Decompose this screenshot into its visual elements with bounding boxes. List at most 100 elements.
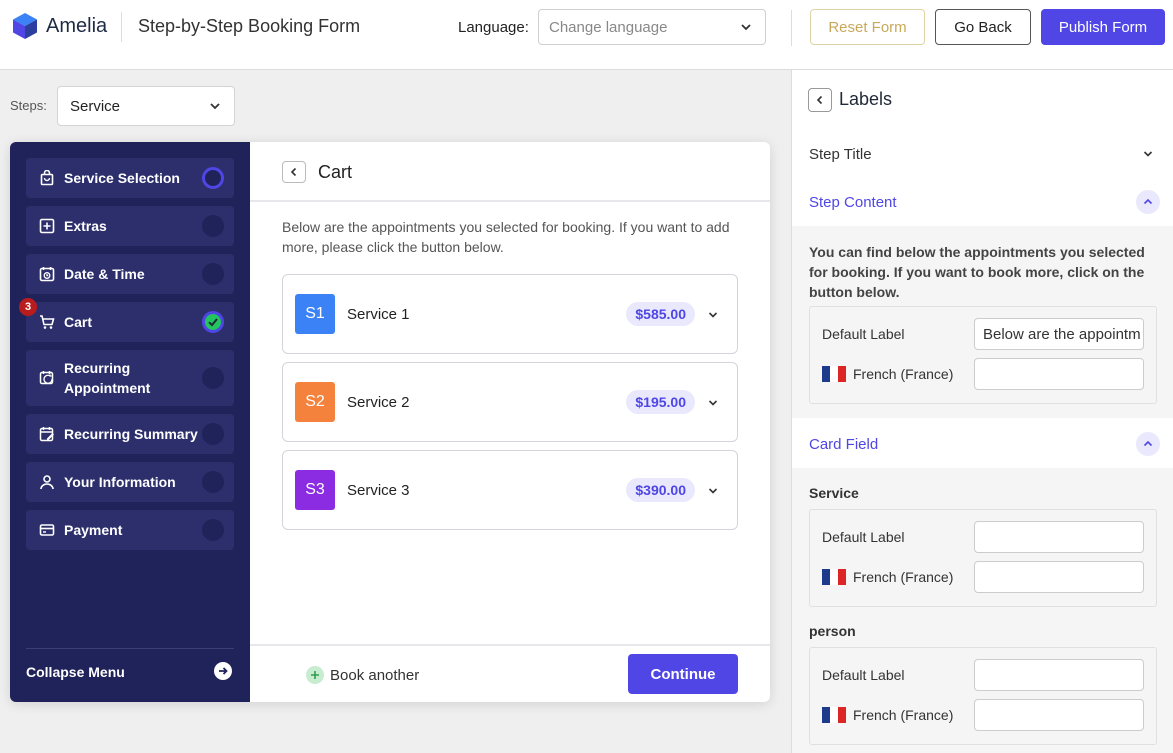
page-title: Step-by-Step Booking Form [138,16,361,36]
step-status-pending [202,519,224,541]
sidebar-item-your-information[interactable]: Your Information [26,462,234,502]
cart-back-button[interactable] [282,161,306,183]
sidebar-item-label: Recurring Appointment [64,360,151,396]
step-sidebar: Service Selection Extras Date & Time Car… [10,142,250,702]
chevron-left-icon [816,95,823,105]
sidebar-item-label: Cart [64,314,93,330]
form-preview: Service Selection Extras Date & Time Car… [10,142,770,702]
book-another-label: Book another [330,666,420,684]
chevron-down-icon [210,103,220,110]
step-status-pending [202,215,224,237]
sidebar-item-extras[interactable]: Extras [26,206,234,246]
reset-form-button[interactable]: Reset Form [810,9,925,45]
sidebar-item-recurring-summary[interactable]: Recurring Summary [26,414,234,454]
steps-select-value: Service [70,97,121,115]
french-label-input[interactable] [974,561,1144,593]
service-avatar: S2 [295,382,335,422]
step-content-section-body: You can find below the appointments you … [792,226,1173,418]
panel-back-button[interactable] [808,88,832,112]
default-label-input[interactable] [974,521,1144,553]
arrow-right-icon [214,662,232,680]
language-label: Language: [458,19,529,36]
service-name: Service 3 [347,482,410,499]
plus-square-icon [38,217,56,235]
france-flag-icon [822,569,846,585]
default-label-title: Default Label [822,667,905,683]
header-divider-right [791,10,792,46]
book-another-button[interactable]: Book another [306,666,419,684]
chevron-up-icon [1136,190,1160,214]
cart-service-card[interactable]: S2 Service 2 $195.00 [282,362,738,442]
cart-intro-text: Below are the appointments you selected … [282,219,730,255]
label-translation-box: Default Label French (France) [809,509,1157,607]
service-name: Service 1 [347,306,410,323]
step-status-pending [202,423,224,445]
collapse-menu-label: Collapse Menu [26,664,125,680]
continue-button[interactable]: Continue [628,654,738,694]
service-price: $390.00 [626,478,695,502]
cart-title: Cart [318,162,353,182]
cart-service-card[interactable]: S3 Service 3 $390.00 [282,450,738,530]
steps-label: Steps: [10,98,47,113]
card-field-section-header[interactable]: Card Field [792,420,1173,468]
chevron-down-icon [1136,142,1160,166]
chevron-down-icon[interactable] [707,397,719,409]
france-flag-icon [822,366,846,382]
chevron-down-icon[interactable] [707,485,719,497]
amelia-logo: Amelia [12,12,107,40]
step-title-section-header[interactable]: Step Title [792,130,1173,178]
sidebar-item-label: Date & Time [64,266,145,282]
panel-title: Labels [839,89,893,109]
cart-count-badge: 3 [19,298,37,316]
bag-icon [38,169,56,187]
default-label-input[interactable]: Below are the appointm [974,318,1144,350]
sidebar-item-service-selection[interactable]: Service Selection [26,158,234,198]
sidebar-item-label: Your Information [64,474,176,490]
language-select-placeholder: Change language [549,18,668,36]
step-content-description: You can find below the appointments you … [809,244,1145,300]
service-price: $585.00 [626,302,695,326]
card-field-section-body: Service Default Label French (France) pe… [792,468,1173,753]
french-label-title: French (France) [853,366,954,382]
field-name: person [809,623,856,639]
collapse-menu-button[interactable]: Collapse Menu [26,662,234,680]
field-name: Service [809,485,859,501]
french-label-input[interactable] [974,699,1144,731]
calendar-edit-icon [38,425,56,443]
chevron-left-icon [290,167,297,177]
french-label-row: French (France) [822,707,953,723]
sidebar-item-date-time[interactable]: Date & Time [26,254,234,294]
default-label-input[interactable] [974,659,1144,691]
france-flag-icon [822,707,846,723]
service-price: $195.00 [626,390,695,414]
french-label-row: French (France) [822,366,953,382]
go-back-button[interactable]: Go Back [935,9,1031,45]
section-title: Step Content [809,193,897,211]
section-title: Step Title [809,145,872,163]
recurring-icon [38,369,56,387]
step-content-section-header[interactable]: Step Content [792,178,1173,226]
sidebar-item-recurring-appointment[interactable]: Recurring Appointment [26,350,234,406]
step-status-pending [202,471,224,493]
cart-footer: Book another Continue [250,644,770,702]
card-icon [38,521,56,539]
steps-select[interactable]: Service [57,86,235,126]
french-label-input[interactable] [974,358,1144,390]
language-select[interactable]: Change language [538,9,766,45]
publish-form-button[interactable]: Publish Form [1041,9,1165,45]
sidebar-item-label: Extras [64,218,107,234]
sidebar-divider [26,648,234,649]
sidebar-item-label: Service Selection [64,170,180,186]
plus-icon [306,666,324,684]
cart-service-card[interactable]: S1 Service 1 $585.00 [282,274,738,354]
french-label-row: French (France) [822,569,953,585]
chevron-down-icon [741,24,751,31]
cart-step-content: Cart Below are the appointments you sele… [250,142,770,702]
chevron-down-icon[interactable] [707,309,719,321]
default-label-title: Default Label [822,326,905,342]
sidebar-item-cart[interactable]: Cart [26,302,234,342]
cart-header: Cart [250,142,770,202]
user-icon [38,473,56,491]
sidebar-item-payment[interactable]: Payment [26,510,234,550]
step-status-done [202,311,224,333]
